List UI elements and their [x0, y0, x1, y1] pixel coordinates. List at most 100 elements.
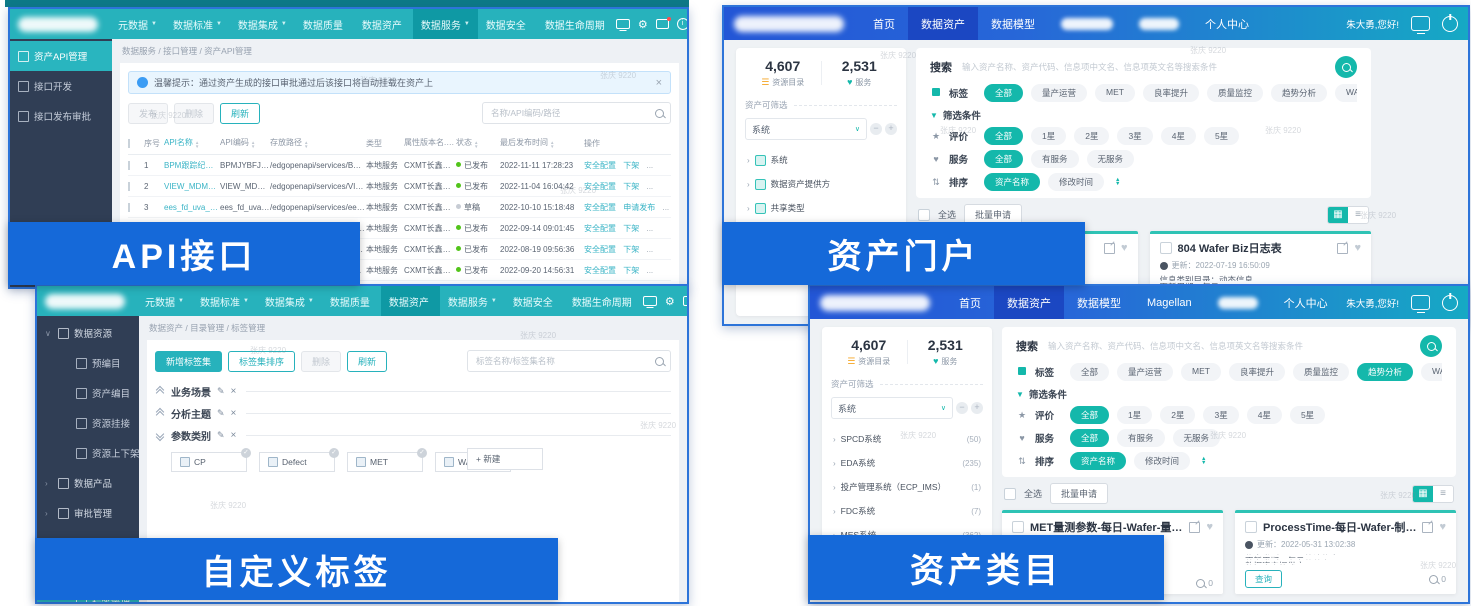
new-tag-button[interactable]: + 新建 [467, 448, 543, 470]
tag-pill[interactable]: 质量监控 [1207, 84, 1263, 102]
tag-pill[interactable]: WAT [1335, 84, 1357, 102]
portal-menu-item[interactable] [1048, 7, 1126, 40]
more-actions[interactable]: ... [646, 182, 653, 191]
tree-node[interactable]: › EDA系统 (235) [831, 451, 983, 475]
tag-chip[interactable]: MET [347, 452, 423, 472]
nav-menu-item[interactable]: 数据质量 [295, 9, 354, 39]
sort-icon[interactable] [251, 141, 255, 149]
message-icon[interactable] [656, 19, 669, 29]
nav-menu-item[interactable]: 数据标准 ▼ [192, 286, 257, 316]
tag-pill[interactable]: 全部 [1070, 363, 1109, 381]
search-icon[interactable] [655, 357, 664, 366]
monitor-icon[interactable] [643, 296, 657, 306]
grid-view-icon[interactable]: ▦ [1328, 207, 1348, 223]
sort-pill[interactable]: 修改时间 [1048, 173, 1104, 191]
tree-node[interactable]: › FDC系统 (7) [831, 499, 983, 523]
portal-menu-item[interactable] [1205, 286, 1271, 319]
rating-pill[interactable]: 2星 [1074, 127, 1109, 145]
power-icon[interactable] [1442, 16, 1458, 32]
delete-icon[interactable]: × [231, 408, 237, 419]
sort-tagset-button[interactable]: 标签集排序 [228, 351, 295, 372]
sort-pill[interactable]: 资产名称 [1070, 452, 1126, 470]
collapse-all-button[interactable]: − [956, 402, 968, 414]
list-view-icon[interactable]: ≡ [1433, 486, 1453, 502]
asset-search-input[interactable] [1046, 340, 1412, 352]
security-config-link[interactable]: 安全配置 [584, 182, 616, 191]
col-status[interactable]: 状态 [456, 137, 500, 149]
sort-pill[interactable]: 修改时间 [1134, 452, 1190, 470]
action-link[interactable]: 下架 [623, 224, 639, 233]
sidebar-item[interactable]: 资产API管理 [10, 41, 112, 71]
add-tagset-button[interactable]: 新增标签集 [155, 351, 222, 372]
external-link-icon[interactable] [1104, 243, 1115, 254]
sidebar-item[interactable]: › 审批管理 [37, 498, 139, 528]
security-config-link[interactable]: 安全配置 [584, 161, 616, 170]
sidebar-item[interactable]: 接口开发 [10, 71, 112, 101]
tag-pill[interactable]: 质量监控 [1293, 363, 1349, 381]
search-input[interactable] [474, 355, 655, 367]
tree-node[interactable]: › SPCD系统 (50) [831, 427, 983, 451]
system-select[interactable]: 系统 ∨ [745, 118, 867, 140]
sidebar-item[interactable]: 资源挂接 [37, 408, 139, 438]
security-config-link[interactable]: 安全配置 [584, 224, 616, 233]
action-link[interactable]: 下架 [623, 182, 639, 191]
sort-updown-icon[interactable] [1115, 178, 1120, 187]
more-actions[interactable]: ... [646, 161, 653, 170]
asset-title[interactable]: 804 Wafer Biz日志表 [1178, 240, 1332, 256]
rating-pill[interactable]: 4星 [1247, 406, 1282, 424]
api-name-link[interactable]: ees_fd_uva_hist [164, 203, 220, 212]
portal-menu-item[interactable]: 数据资产 [908, 7, 978, 40]
rating-pill[interactable]: 5星 [1204, 127, 1239, 145]
nav-menu-item[interactable]: 元数据 ▼ [110, 9, 165, 39]
nav-menu-item[interactable]: 数据生命周期 [537, 9, 616, 39]
service-pill[interactable]: 有服务 [1117, 429, 1165, 447]
sort-pill[interactable]: 资产名称 [984, 173, 1040, 191]
action-link[interactable]: 下架 [623, 245, 639, 254]
row-checkbox[interactable] [128, 182, 130, 191]
search-button[interactable] [1420, 335, 1442, 357]
rating-pill[interactable]: 3星 [1203, 406, 1238, 424]
tree-node[interactable]: › 共享类型 [745, 196, 897, 220]
col-api-name[interactable]: API名称 [164, 137, 220, 149]
favorite-icon[interactable]: ♥ [1354, 243, 1361, 254]
nav-menu-item[interactable]: 数据质量 [322, 286, 381, 316]
select-all-checkbox[interactable] [918, 209, 930, 221]
monitor-icon[interactable] [1411, 295, 1430, 310]
delete-icon[interactable]: × [231, 430, 237, 441]
tree-node[interactable]: › 系统 [745, 148, 897, 172]
monitor-icon[interactable] [1411, 16, 1430, 31]
sort-icon[interactable] [195, 141, 199, 149]
nav-menu-item[interactable]: 数据安全 [505, 286, 564, 316]
publish-button[interactable]: 发布 [128, 103, 168, 124]
batch-apply-button[interactable]: 批量申请 [1050, 483, 1108, 504]
edit-icon[interactable]: ✎ [217, 430, 225, 441]
portal-menu-item[interactable]: Magellan [1134, 286, 1205, 319]
nav-menu-item[interactable]: 元数据 ▼ [137, 286, 192, 316]
close-icon[interactable]: × [656, 77, 662, 89]
rating-pill[interactable]: 1星 [1031, 127, 1066, 145]
api-name-link[interactable]: VIEW_MDM_EXT... [164, 182, 220, 191]
nav-menu-item[interactable]: 数据服务 ▼ [440, 286, 505, 316]
tag-pill[interactable]: 趋势分析 [1357, 363, 1413, 381]
row-checkbox[interactable] [128, 161, 130, 170]
list-view-icon[interactable]: ≡ [1348, 207, 1368, 223]
rating-pill[interactable]: 全部 [984, 127, 1023, 145]
rating-pill[interactable]: 全部 [1070, 406, 1109, 424]
tag-pill[interactable]: 良率提升 [1229, 363, 1285, 381]
nav-menu-item[interactable]: 数据生命周期 [564, 286, 643, 316]
more-actions[interactable]: ... [646, 266, 653, 275]
tree-node[interactable]: › 投产管理系统（ECP_IMS） (1) [831, 475, 983, 499]
sidebar-item[interactable]: 资产编目 [37, 378, 139, 408]
sort-icon[interactable] [550, 141, 554, 149]
portal-menu-item[interactable]: 个人中心 [1271, 286, 1341, 319]
asset-title[interactable]: MET量测参数-每日-Wafer-量测均值... [1030, 519, 1183, 535]
sidebar-item[interactable]: ∨ 数据资源 [37, 318, 139, 348]
security-config-link[interactable]: 安全配置 [584, 203, 616, 212]
tag-chip[interactable]: CP [171, 452, 247, 472]
card-checkbox[interactable] [1012, 521, 1024, 533]
nav-menu-item[interactable]: 数据安全 [478, 9, 537, 39]
select-all-checkbox[interactable] [1004, 488, 1016, 500]
collapse-all-button[interactable]: − [870, 123, 882, 135]
row-checkbox[interactable] [128, 203, 130, 212]
col-publish-time[interactable]: 最后发布时间 [500, 137, 584, 149]
